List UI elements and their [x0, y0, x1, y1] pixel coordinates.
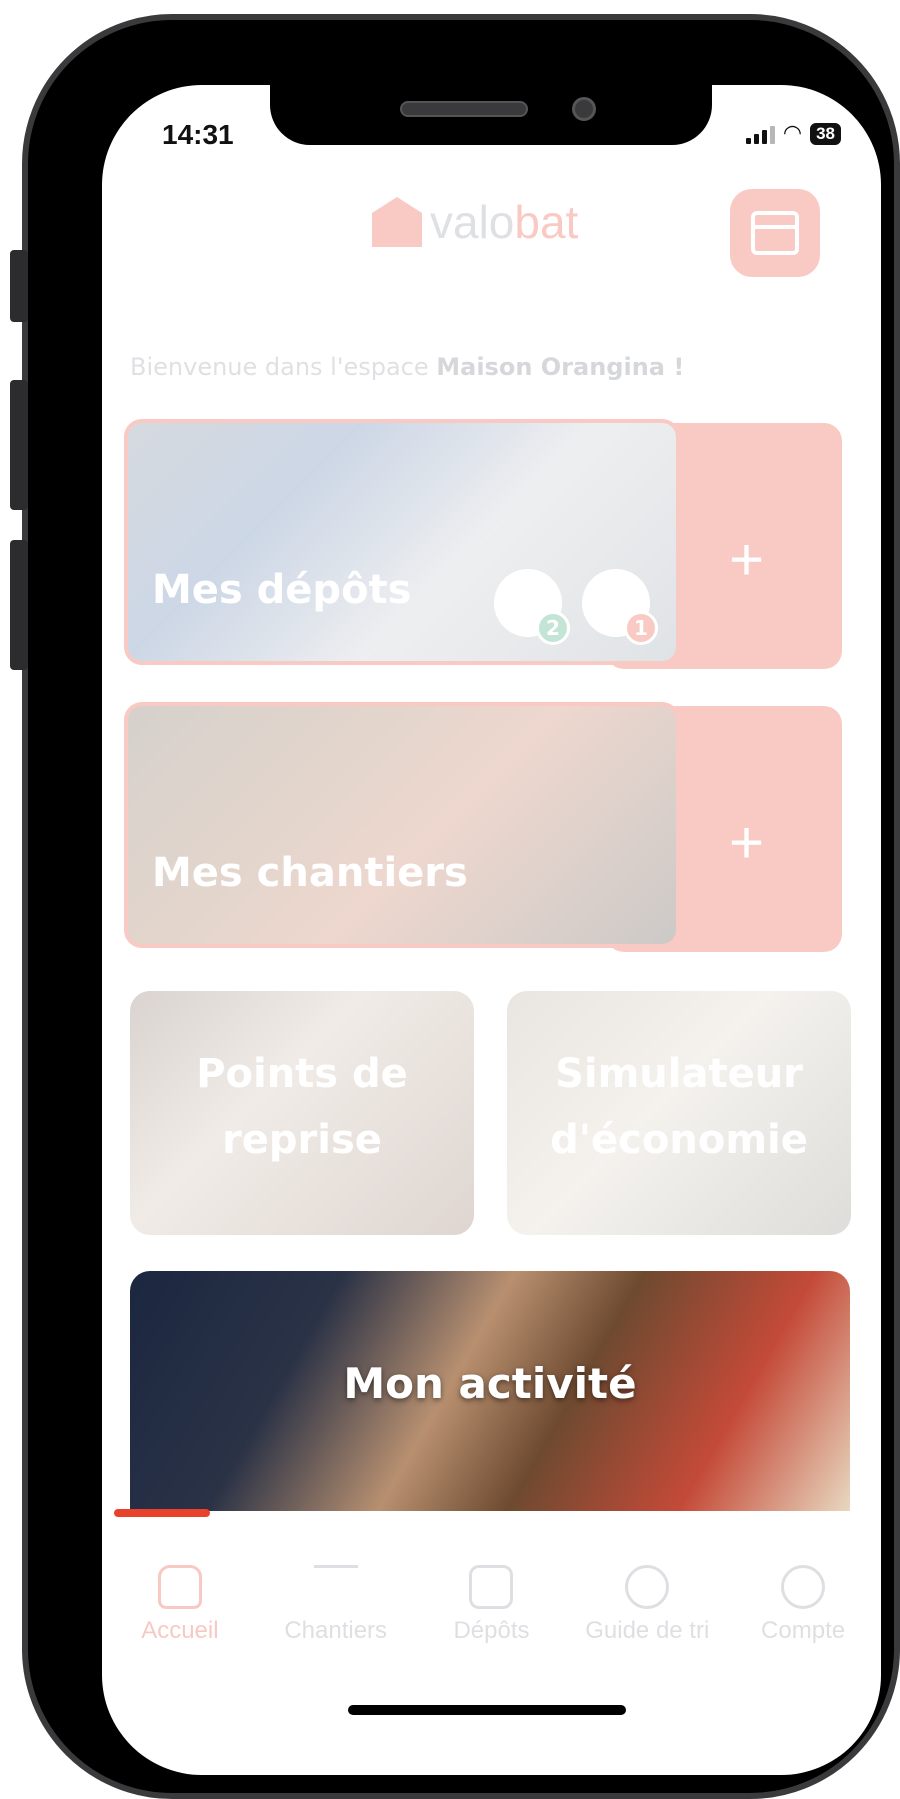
simulateur-tile[interactable]: Simulateur d'économie — [507, 991, 851, 1235]
tab-chantiers[interactable]: Chantiers — [261, 1545, 411, 1665]
tab-compte[interactable]: Compte — [728, 1545, 878, 1665]
signal-icon — [745, 124, 775, 144]
status-time: 14:31 — [162, 119, 234, 150]
bell-alert-icon[interactable]: 1 — [582, 569, 658, 645]
wifi-icon: ◠ — [782, 121, 803, 146]
logo-house-icon — [372, 197, 422, 247]
tab-accueil[interactable]: Accueil — [105, 1545, 255, 1665]
plus-icon: + — [728, 809, 764, 876]
volume-down-button — [10, 540, 28, 670]
alert-count-badge: 1 — [624, 611, 658, 645]
gift-button[interactable] — [730, 189, 820, 277]
crane-icon — [313, 1565, 358, 1609]
plus-icon: + — [728, 526, 764, 593]
mes-depots-title: Mes dépôts — [152, 567, 412, 613]
volume-up-button — [10, 380, 28, 510]
speaker — [400, 101, 528, 117]
status-icons: ◠ 38 — [745, 121, 841, 146]
points-de-reprise-title: Points de reprise — [196, 1051, 408, 1163]
screen: 14:31 ◠ 38 valobat Bienvenue dans l'espa… — [102, 85, 881, 1775]
mes-depots-tile[interactable]: Mes dépôts 2 1 — [124, 419, 680, 665]
scroll-indicator — [114, 1509, 210, 1517]
simulateur-title: Simulateur d'économie — [550, 1051, 808, 1163]
mon-activite-tile[interactable]: Mon activité — [130, 1271, 850, 1511]
question-icon — [625, 1565, 670, 1609]
tab-guide-de-tri[interactable]: Guide de tri — [572, 1545, 722, 1665]
mes-chantiers-title: Mes chantiers — [152, 850, 468, 896]
mon-activite-title: Mon activité — [343, 1359, 637, 1408]
welcome-text: Bienvenue dans l'espace Maison Orangina … — [130, 353, 685, 381]
logo: valobat — [372, 195, 578, 249]
home-indicator — [348, 1705, 626, 1715]
points-de-reprise-tile[interactable]: Points de reprise — [130, 991, 474, 1235]
truck-icon — [469, 1565, 514, 1609]
phone-frame: 14:31 ◠ 38 valobat Bienvenue dans l'espa… — [22, 14, 900, 1799]
qr-count-badge: 2 — [536, 611, 570, 645]
camera — [572, 97, 596, 121]
logo-text: valobat — [430, 196, 579, 248]
qr-code-icon[interactable]: 2 — [494, 569, 570, 645]
user-icon — [781, 1565, 826, 1609]
mute-switch — [10, 250, 28, 322]
battery-icon: 38 — [810, 122, 841, 145]
tab-bar: Accueil Chantiers Dépôts Guide de tri Co… — [102, 1545, 881, 1665]
notch — [270, 85, 712, 145]
mes-chantiers-tile[interactable]: Mes chantiers — [124, 702, 680, 948]
home-icon — [157, 1565, 202, 1609]
tab-depots[interactable]: Dépôts — [416, 1545, 566, 1665]
gift-icon — [751, 211, 799, 255]
